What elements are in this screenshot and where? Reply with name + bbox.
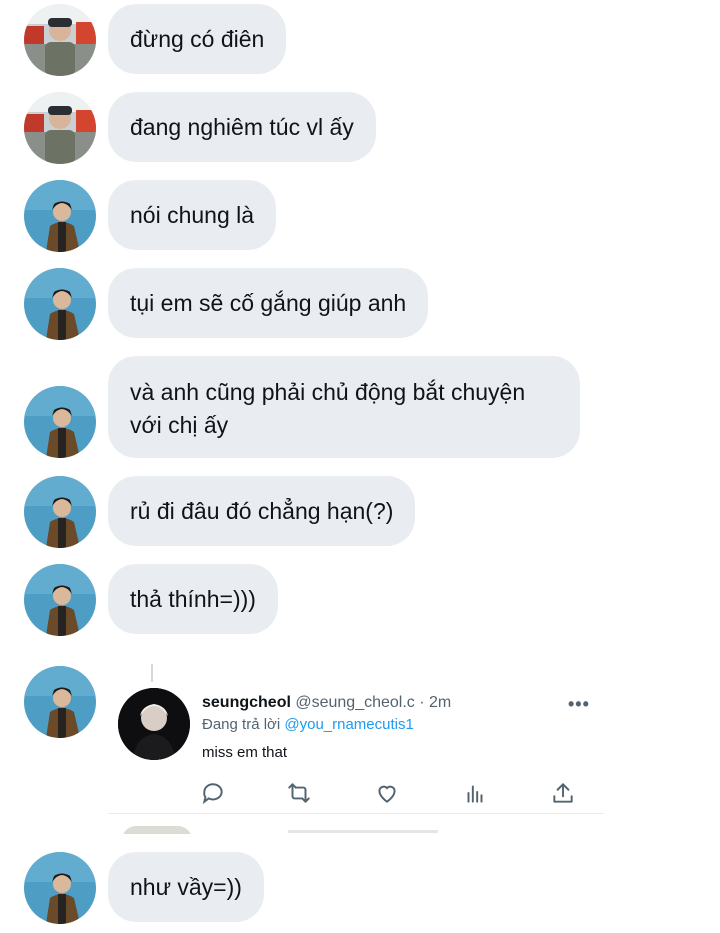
user-avatar[interactable] <box>24 564 96 636</box>
reply-context: Đang trả lời @you_rnamecutis1 <box>202 716 414 733</box>
tweet-author-avatar[interactable] <box>118 688 190 760</box>
user-avatar[interactable] <box>24 852 96 924</box>
share-icon[interactable] <box>550 780 576 806</box>
message-text: tụi em sẽ cố gắng giúp anh <box>130 289 407 316</box>
tweet-time: 2m <box>429 694 452 711</box>
tweet-action-bar <box>200 780 580 806</box>
message-bubble: nói chung là <box>108 180 277 250</box>
user-avatar[interactable] <box>24 666 96 738</box>
user-avatar[interactable] <box>24 476 96 548</box>
tweet-divider <box>108 813 604 814</box>
message-bubble: tụi em sẽ cố gắng giúp anh <box>108 268 429 338</box>
tweet-author-name[interactable]: seungcheol <box>202 694 291 711</box>
reply-mention-link[interactable]: @you_rnamecutis1 <box>284 716 413 733</box>
more-options-icon[interactable]: ••• <box>568 694 590 715</box>
message-text: thả thính=))) <box>130 585 256 612</box>
tweet-header: seungcheol @seung_cheol.c · 2m <box>202 694 451 712</box>
friend-avatar[interactable] <box>24 4 96 76</box>
message-bubble: và anh cũng phải chủ động bắt chuyện với… <box>108 356 580 458</box>
next-tweet-peek <box>288 830 438 833</box>
message-text-line: và anh cũng phải chủ động bắt chuyện <box>130 379 526 405</box>
friend-avatar[interactable] <box>24 92 96 164</box>
message-bubble: như vầy=)) <box>108 852 264 922</box>
message-text: đừng có điên <box>130 25 265 52</box>
message-text: rủ đi đâu đó chẳng hạn(?) <box>130 497 394 524</box>
retweet-icon[interactable] <box>286 780 312 806</box>
message-text: đang nghiêm túc vl ấy <box>130 113 354 140</box>
embedded-tweet[interactable]: seungcheol @seung_cheol.c · 2m ••• Đang … <box>108 662 604 834</box>
reply-icon[interactable] <box>200 780 226 806</box>
message-text: như vầy=)) <box>130 873 242 900</box>
next-tweet-avatar-peek <box>122 826 192 834</box>
reply-prefix: Đang trả lời <box>202 716 281 733</box>
message-bubble: rủ đi đâu đó chẳng hạn(?) <box>108 476 416 546</box>
message-bubble: đừng có điên <box>108 4 287 74</box>
message-bubble: đang nghiêm túc vl ấy <box>108 92 376 162</box>
user-avatar[interactable] <box>24 180 96 252</box>
user-avatar[interactable] <box>24 386 96 458</box>
tweet-dot: · <box>419 694 425 711</box>
tweet-text: miss em that <box>202 744 288 761</box>
like-icon[interactable] <box>374 780 400 806</box>
tweet-author-handle[interactable]: @seung_cheol.c <box>295 694 414 711</box>
user-avatar[interactable] <box>24 268 96 340</box>
message-text-line: với chị ấy <box>130 412 229 438</box>
message-bubble: thả thính=))) <box>108 564 278 634</box>
views-icon[interactable] <box>462 780 488 806</box>
message-text: nói chung là <box>130 201 255 228</box>
thread-line <box>151 664 153 682</box>
